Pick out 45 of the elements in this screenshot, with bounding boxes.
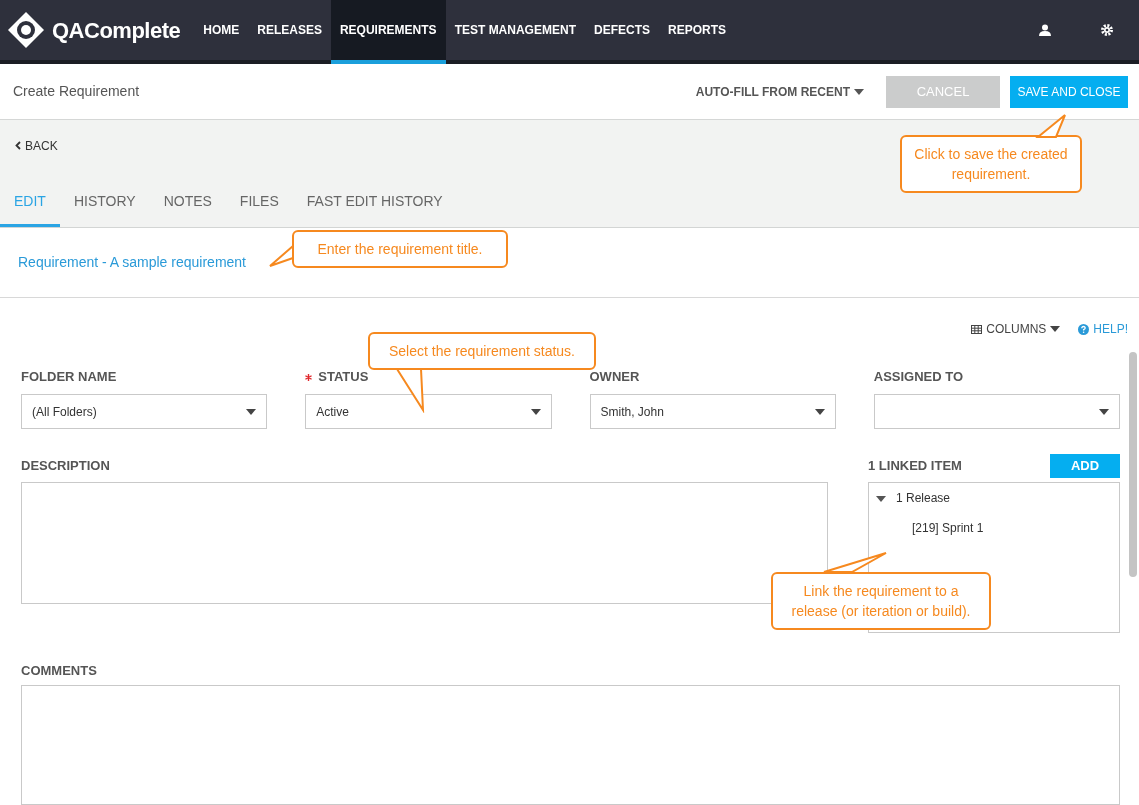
required-asterisk-icon: [305, 373, 313, 381]
columns-dropdown[interactable]: COLUMNS: [971, 320, 1061, 338]
caret-down-icon: [1050, 326, 1061, 332]
user-icon[interactable]: [1039, 24, 1051, 36]
tab[interactable]: HISTORY: [59, 187, 150, 227]
tab[interactable]: FAST EDIT HISTORY: [292, 187, 457, 227]
field-label: COMMENTS: [21, 662, 98, 681]
logo-icon: [6, 10, 46, 50]
logo-text: QAComplete: [52, 16, 181, 45]
tree-item[interactable]: 1 Release: [896, 489, 951, 507]
help-icon: [1078, 323, 1090, 335]
nav-tab[interactable]: DEFECTS: [584, 0, 659, 64]
back-link[interactable]: BACK: [15, 136, 58, 155]
nav-tab[interactable]: REQUIREMENTS: [330, 0, 446, 64]
dropdown-field[interactable]: Smith, John: [589, 394, 836, 429]
caret-down-icon: [814, 408, 825, 415]
scrollbar-thumb[interactable]: [1129, 352, 1137, 577]
comments-textarea[interactable]: [21, 685, 1120, 805]
nav-tab[interactable]: RELEASES: [248, 0, 331, 64]
page-title: Create Requirement: [13, 82, 140, 101]
caret-down-icon: [246, 408, 257, 415]
tab[interactable]: FILES: [225, 187, 293, 227]
field-label: DESCRIPTION: [21, 457, 111, 476]
field-label: OWNER: [589, 368, 640, 387]
description-textarea[interactable]: [21, 482, 828, 604]
tree-item[interactable]: [219] Sprint 1: [912, 519, 984, 537]
autofill-dropdown[interactable]: AUTO-FILL FROM RECENT: [695, 82, 864, 101]
caret-down-icon: [1099, 408, 1109, 415]
settings-icon[interactable]: [1101, 24, 1113, 36]
field-label: FOLDER NAME: [21, 368, 117, 387]
caret-down-icon: [876, 493, 886, 503]
grid-icon: [971, 324, 983, 334]
nav-tab[interactable]: HOME: [194, 0, 249, 64]
nav-tab[interactable]: REPORTS: [659, 0, 735, 64]
field-label: 1 LINKED ITEM: [868, 457, 962, 476]
callout-pointer: [268, 244, 295, 268]
nav-tab[interactable]: TEST MANAGEMENT: [445, 0, 585, 64]
dropdown-field[interactable]: [873, 394, 1120, 429]
field-label: STATUS: [318, 368, 369, 387]
dropdown-field[interactable]: (All Folders): [21, 394, 268, 429]
field-label: ASSIGNED TO: [873, 368, 964, 387]
chevron-left-icon: [15, 141, 21, 150]
caret-down-icon: [530, 408, 541, 415]
tab[interactable]: NOTES: [149, 187, 226, 227]
caret-down-icon: [854, 88, 864, 95]
